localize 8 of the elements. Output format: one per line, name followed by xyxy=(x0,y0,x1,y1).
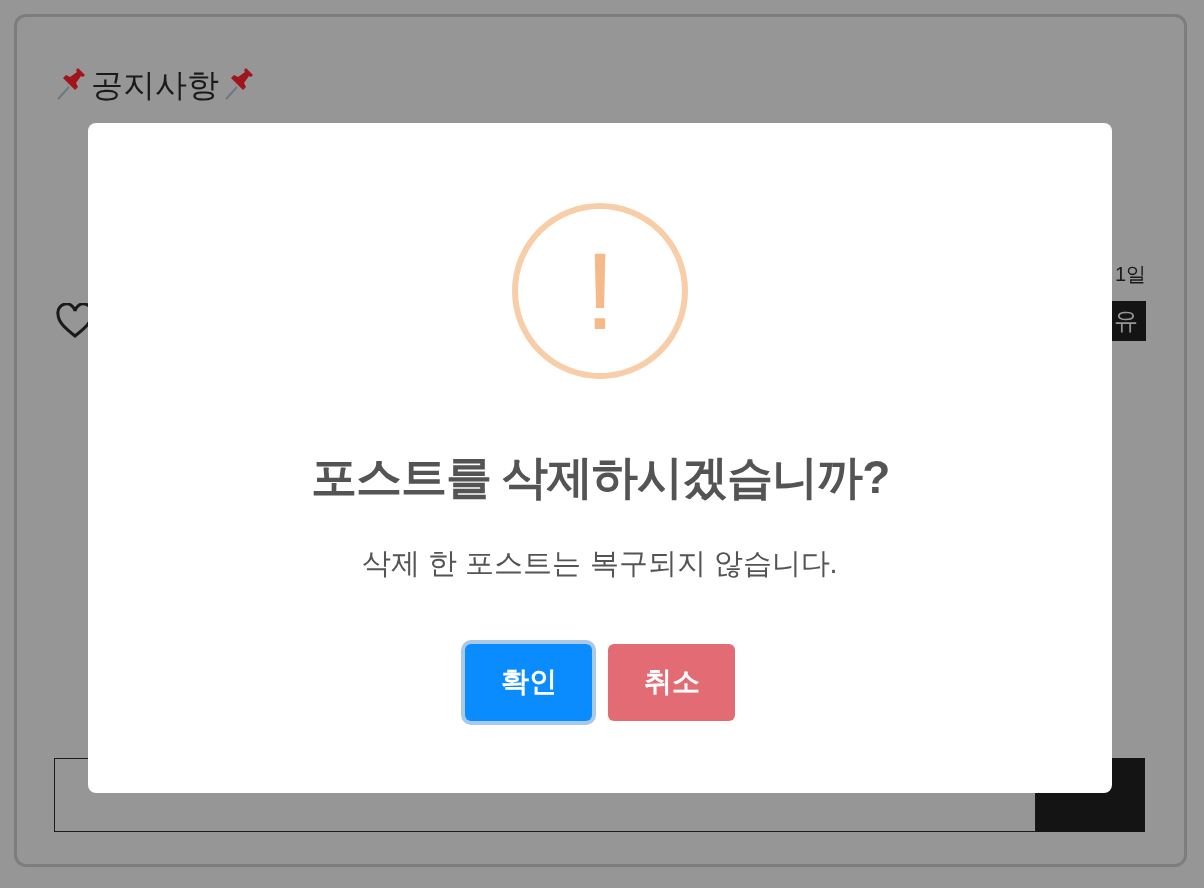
warning-icon: ! xyxy=(512,203,688,379)
cancel-button[interactable]: 취소 xyxy=(608,643,735,721)
post-date: 1일 xyxy=(1114,262,1146,287)
dialog-message: 삭제 한 포스트는 복구되지 않습니다. xyxy=(362,546,838,581)
pushpin-icon xyxy=(55,68,87,102)
dialog-title: 포스트를 삭제하시겠습니까? xyxy=(310,450,890,505)
notice-title: 공지사항 xyxy=(91,66,219,105)
pushpin-icon xyxy=(223,68,255,102)
